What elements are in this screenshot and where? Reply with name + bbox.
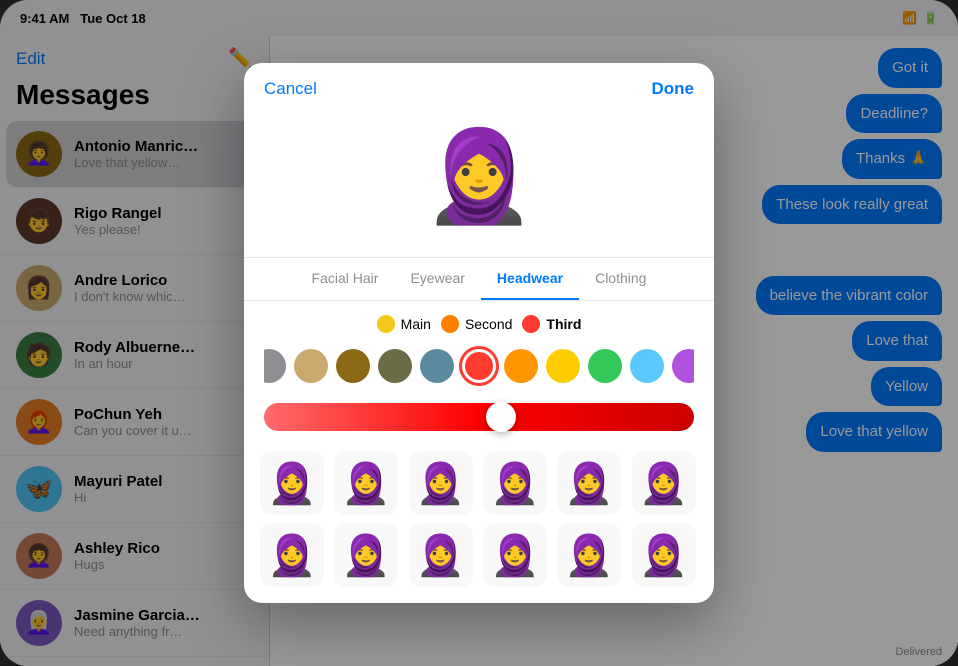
color-swatch[interactable] bbox=[420, 349, 454, 383]
color-swatch[interactable] bbox=[294, 349, 328, 383]
memoji-grid-item[interactable]: 🧕 bbox=[260, 523, 324, 587]
color-swatch[interactable] bbox=[546, 349, 580, 383]
color-options-row: Main Second Third bbox=[264, 315, 694, 333]
memoji-grid-item[interactable]: 🧕 bbox=[334, 523, 398, 587]
color-swatch[interactable] bbox=[504, 349, 538, 383]
memoji-grid-item[interactable]: 🧕 bbox=[409, 523, 473, 587]
modal-tabs: Facial HairEyewearHeadwearClothing bbox=[244, 257, 714, 301]
memoji-grid-item[interactable]: 🧕 bbox=[632, 451, 696, 515]
memoji-grid-item[interactable]: 🧕 bbox=[632, 523, 696, 587]
color-slider-thumb[interactable] bbox=[486, 402, 516, 432]
modal-tab-clothing[interactable]: Clothing bbox=[579, 258, 662, 300]
color-swatch[interactable] bbox=[588, 349, 622, 383]
color-swatch[interactable] bbox=[336, 349, 370, 383]
modal-overlay: Cancel Done 🧕 Facial HairEyewearHeadwear… bbox=[0, 0, 958, 666]
color-slider-track[interactable] bbox=[264, 403, 694, 431]
color-dot bbox=[522, 315, 540, 333]
color-swatch[interactable] bbox=[378, 349, 412, 383]
color-section: Main Second Third bbox=[244, 301, 714, 395]
color-swatches bbox=[264, 345, 694, 387]
memoji-editor-modal: Cancel Done 🧕 Facial HairEyewearHeadwear… bbox=[244, 63, 714, 603]
memoji-preview-image: 🧕 bbox=[414, 111, 544, 241]
memoji-grid-item[interactable]: 🧕 bbox=[483, 523, 547, 587]
slider-container[interactable] bbox=[244, 395, 714, 443]
modal-cancel-button[interactable]: Cancel bbox=[264, 79, 317, 99]
color-swatch[interactable] bbox=[630, 349, 664, 383]
memoji-avatar-preview: 🧕 bbox=[244, 111, 714, 257]
color-dot bbox=[377, 315, 395, 333]
color-option-second[interactable]: Second bbox=[441, 315, 512, 333]
color-dot bbox=[441, 315, 459, 333]
color-option-third[interactable]: Third bbox=[522, 315, 581, 333]
memoji-grid-item[interactable]: 🧕 bbox=[409, 451, 473, 515]
modal-tab-eyewear[interactable]: Eyewear bbox=[394, 258, 480, 300]
modal-top-bar: Cancel Done bbox=[244, 63, 714, 111]
color-swatch[interactable] bbox=[672, 349, 694, 383]
modal-tab-facial-hair[interactable]: Facial Hair bbox=[296, 258, 395, 300]
memoji-grid-item[interactable]: 🧕 bbox=[483, 451, 547, 515]
memoji-grid-item[interactable]: 🧕 bbox=[260, 451, 324, 515]
color-option-label: Main bbox=[401, 316, 431, 332]
color-swatch[interactable] bbox=[264, 349, 286, 383]
ipad-frame: 9:41 AM Tue Oct 18 📶 🔋 Edit ✏️ Messages … bbox=[0, 0, 958, 666]
modal-done-button[interactable]: Done bbox=[652, 79, 695, 99]
color-swatch[interactable] bbox=[462, 349, 496, 383]
memoji-grid-item[interactable]: 🧕 bbox=[557, 451, 621, 515]
memoji-style-grid: 🧕🧕🧕🧕🧕🧕🧕🧕🧕🧕🧕🧕 bbox=[244, 443, 714, 603]
modal-tab-headwear[interactable]: Headwear bbox=[481, 258, 579, 300]
color-option-label: Second bbox=[465, 316, 512, 332]
memoji-grid-item[interactable]: 🧕 bbox=[334, 451, 398, 515]
color-option-main[interactable]: Main bbox=[377, 315, 431, 333]
memoji-grid-item[interactable]: 🧕 bbox=[557, 523, 621, 587]
color-option-label: Third bbox=[546, 316, 581, 332]
